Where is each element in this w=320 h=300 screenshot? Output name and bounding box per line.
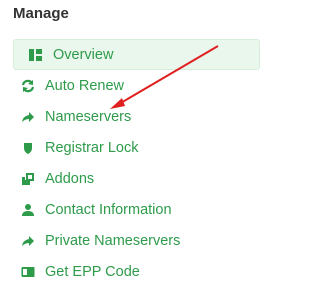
- id-card-icon: [21, 265, 35, 279]
- menu-item-registrar-lock[interactable]: Registrar Lock: [13, 132, 260, 163]
- menu-item-nameservers[interactable]: Nameservers: [13, 101, 260, 132]
- shield-icon: [21, 141, 35, 155]
- menu-item-label: Contact Information: [45, 201, 172, 218]
- dashboard-icon: [29, 48, 43, 62]
- manage-panel: Manage Overview Auto Renew Nameservers R…: [0, 0, 282, 300]
- share-arrow-icon: [21, 234, 35, 248]
- menu-item-label: Overview: [53, 46, 114, 63]
- share-arrow-icon: [21, 110, 35, 124]
- menu-item-label: Auto Renew: [45, 77, 124, 94]
- user-icon: [21, 203, 35, 217]
- menu-item-contact-information[interactable]: Contact Information: [13, 194, 260, 225]
- manage-menu: Overview Auto Renew Nameservers Registra…: [13, 39, 260, 287]
- menu-item-label: Private Nameservers: [45, 232, 181, 249]
- menu-item-label: Nameservers: [45, 108, 132, 125]
- menu-item-label: Get EPP Code: [45, 263, 140, 280]
- menu-item-overview[interactable]: Overview: [13, 39, 260, 70]
- menu-item-private-nameservers[interactable]: Private Nameservers: [13, 225, 260, 256]
- menu-item-label: Registrar Lock: [45, 139, 139, 156]
- menu-item-auto-renew[interactable]: Auto Renew: [13, 70, 260, 101]
- menu-item-addons[interactable]: Addons: [13, 163, 260, 194]
- sync-icon: [21, 79, 35, 93]
- panel-heading: Manage: [13, 5, 69, 22]
- addons-icon: [21, 172, 35, 186]
- menu-item-label: Addons: [45, 170, 95, 187]
- menu-item-get-epp-code[interactable]: Get EPP Code: [13, 256, 260, 287]
